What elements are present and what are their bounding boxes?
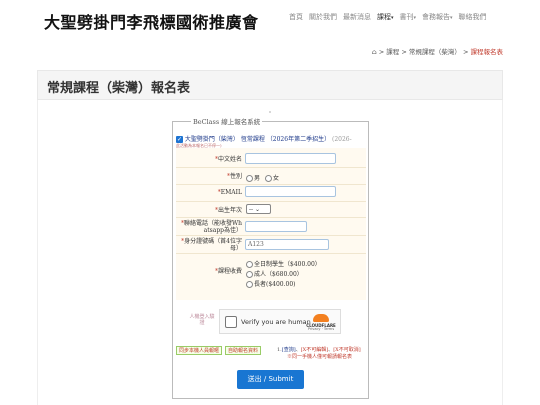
top-navbar: 大聖劈掛門李飛標國術推廣會 首頁 關於我們 最新消息 課程▾ 書刊▾ 會務報告▾… [0, 0, 540, 40]
nav-reports[interactable]: 會務報告▾ [422, 12, 453, 22]
breadcrumb-courses[interactable]: 課程 [386, 48, 399, 56]
sync-info-button[interactable]: 同步本機人員報暱 [176, 346, 223, 355]
nav-home[interactable]: 首頁 [289, 12, 303, 22]
chevron-down-icon: ▾ [450, 15, 453, 21]
fee-senior-label: 長者($400.00) [254, 281, 296, 288]
fee-option-student[interactable]: 全日制學生（$400.00） [246, 259, 321, 268]
captcha-links[interactable]: Privacy · Terms [304, 327, 338, 331]
course-tag: (2026- [332, 136, 352, 143]
label-id-number: *身分證號碼（首4位字母） [178, 238, 242, 252]
label-birth-year: *出生年次 [180, 207, 242, 214]
submit-button[interactable]: 送出 / Submit [237, 370, 304, 389]
chinese-name-input[interactable] [245, 153, 336, 164]
label-email: *EMAIL [180, 189, 242, 196]
nav-reports-label: 會務報告 [422, 13, 451, 21]
nav-courses[interactable]: 課程▾ [377, 12, 394, 22]
decorative-dot [269, 111, 271, 113]
nav-about[interactable]: 關於我們 [309, 12, 337, 22]
fee-option-senior[interactable]: 長者($400.00) [246, 279, 296, 288]
captcha-widget: Verify you are human CLOUDFLARE Privacy … [219, 309, 341, 334]
record-links: 1.[查詢]、[X不可編輯]、[X不可取消] [277, 346, 361, 353]
row-divider [176, 235, 366, 236]
nav-books-label: 書刊 [399, 13, 414, 21]
cloudflare-logo: CLOUDFLARE Privacy · Terms [304, 314, 338, 332]
label-id-number-text: 身分證號碼（首4位字母） [184, 238, 242, 252]
gender-male-label: 男 [254, 175, 261, 182]
links-note: ※同一手機人僅可報請報名表 [287, 354, 353, 360]
row-divider [176, 167, 366, 168]
row-divider [176, 184, 366, 185]
label-birth-year-text: 出生年次 [217, 207, 242, 214]
nav-books[interactable]: 書刊▾ [400, 12, 417, 22]
birth-year-select[interactable]: -- ⌄ [246, 204, 271, 214]
checkbox-checked-icon[interactable]: ✓ [176, 136, 183, 143]
site-logo[interactable]: 大聖劈掛門李飛標國術推廣會 [44, 9, 259, 33]
page-title: 常規課程（柴灣）報名表 [47, 81, 191, 96]
label-phone-text: 聯絡電話（能收發Wh atsapp為佳） [183, 220, 242, 234]
course-name: 恆常課程 [240, 136, 265, 143]
human-verify-label: 人機登入驗證 [189, 314, 215, 326]
self-service-button[interactable]: 自助報名資料 [225, 346, 262, 355]
course-selector[interactable]: ✓ 大聖劈掛門（柴灣） 恆常課程 （2026年第二季招生） (2026- [176, 134, 352, 143]
email-input[interactable] [245, 186, 336, 197]
nav-news[interactable]: 最新消息 [343, 12, 371, 22]
course-org: 大聖劈掛門（柴灣） [184, 136, 239, 143]
gender-male-option[interactable]: 男 [246, 173, 260, 182]
cloud-icon [313, 314, 329, 322]
breadcrumb-sep: > [401, 48, 407, 56]
birth-year-value: -- [249, 206, 254, 213]
nav-courses-label: 課程 [377, 13, 391, 21]
chevron-down-icon: ⌄ [254, 206, 261, 213]
breadcrumb: ⌂ > 課程 > 常規課程（柴灣） > 課程報名表 [372, 46, 503, 56]
phone-input[interactable] [245, 221, 307, 232]
fee-adult-label: 成人（$680.00） [254, 271, 303, 278]
captcha-checkbox[interactable] [225, 316, 237, 328]
main-nav: 首頁 關於我們 最新消息 課程▾ 書刊▾ 會務報告▾ 聯絡我們 [289, 12, 487, 22]
home-icon[interactable]: ⌂ [372, 48, 377, 56]
course-term: （2026年第二季招生） [266, 136, 331, 143]
chevron-down-icon: ▾ [413, 15, 417, 21]
breadcrumb-sep: > [378, 48, 385, 56]
radio-icon[interactable] [265, 175, 272, 182]
gender-female-option[interactable]: 女 [265, 173, 279, 182]
label-email-text: EMAIL [220, 189, 242, 196]
label-chinese-name: *中文姓名 [180, 156, 242, 163]
label-phone: *聯絡電話（能收發Wh atsapp為佳） [178, 220, 242, 234]
radio-icon[interactable] [246, 175, 253, 182]
breadcrumb-sep: > [462, 48, 469, 56]
label-fee-text: 課程收費 [217, 268, 242, 275]
captcha-text: Verify you are human [241, 318, 311, 326]
radio-icon[interactable] [246, 271, 253, 278]
label-gender-text: 性別 [229, 173, 242, 180]
radio-icon[interactable] [246, 261, 253, 268]
breadcrumb-current: 課程報名表 [470, 48, 504, 56]
form-legend: BeClass 線上報名系統 [193, 118, 261, 126]
fee-student-label: 全日制學生（$400.00） [254, 261, 321, 268]
chevron-down-icon: ▾ [391, 15, 394, 21]
page-title-bar: 常規課程（柴灣）報名表 [37, 70, 503, 100]
id-number-input[interactable]: A123 [245, 239, 329, 250]
breadcrumb-regular[interactable]: 常規課程（柴灣） [409, 48, 461, 56]
fee-option-adult[interactable]: 成人（$680.00） [246, 269, 303, 278]
nav-contact[interactable]: 聯絡我們 [459, 12, 487, 22]
label-gender: *性別 [180, 173, 242, 180]
gender-female-label: 女 [273, 175, 280, 182]
row-divider [176, 201, 366, 202]
row-divider [176, 253, 366, 254]
row-divider [176, 217, 366, 218]
label-fee: *課程收費 [180, 268, 242, 275]
radio-icon[interactable] [246, 281, 253, 288]
label-chinese-name-text: 中文姓名 [217, 156, 242, 163]
